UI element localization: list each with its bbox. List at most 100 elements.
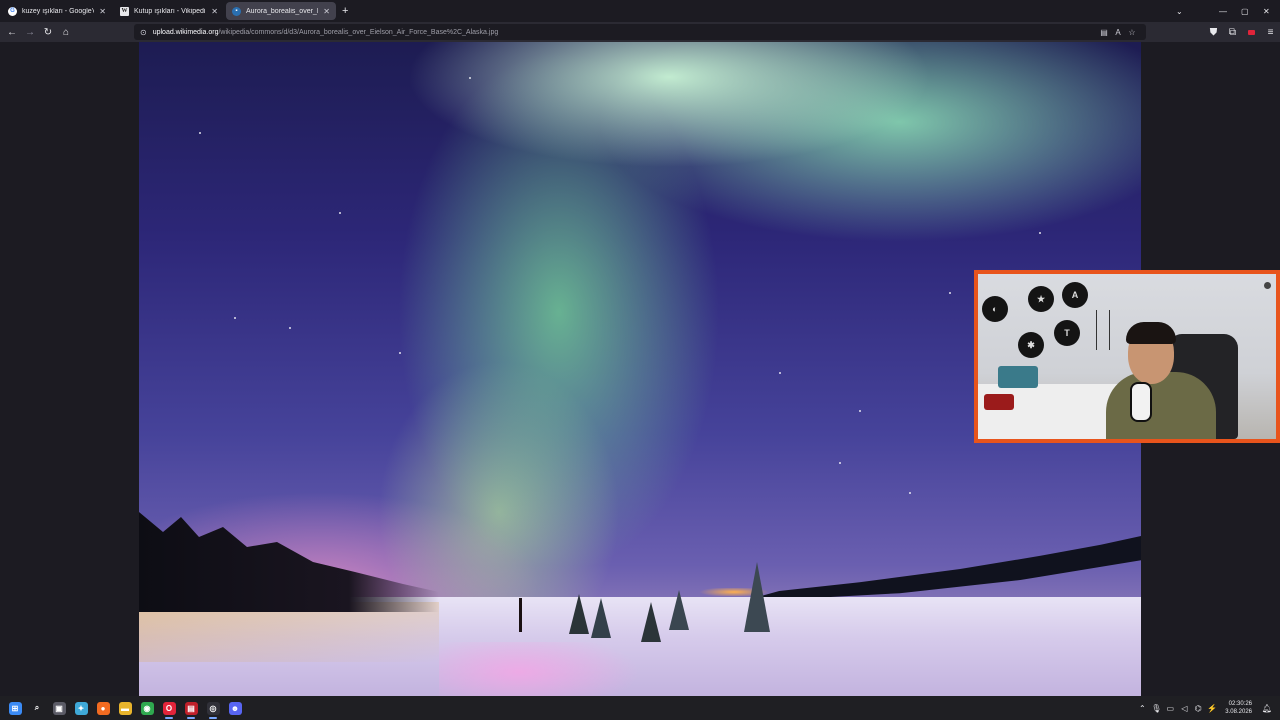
star	[949, 292, 951, 294]
home-icon[interactable]: ⌂	[57, 23, 75, 41]
tab-aurora-image[interactable]: ▪ Aurora_borealis_over_Eielson_A ✕	[226, 2, 336, 20]
star	[859, 410, 861, 412]
snow-tree	[641, 602, 661, 642]
volume-icon[interactable]: ◁	[1177, 704, 1191, 713]
star	[289, 327, 291, 329]
star	[1039, 232, 1041, 234]
discord-icon: ☻	[228, 701, 242, 715]
url-text[interactable]: upload.wikimedia.org/wikipedia/commons/d…	[153, 29, 499, 36]
translate-icon[interactable]: A	[1112, 24, 1124, 40]
opera-icon: O	[162, 701, 176, 715]
streamer-body	[1106, 372, 1216, 439]
wikipedia-icon: W	[120, 6, 129, 16]
star	[909, 492, 911, 494]
tab-strip: G kuzey ışıkları - Google'da Ara ✕ W Kut…	[0, 0, 1280, 22]
firefox-icon: ●	[96, 701, 110, 715]
toolbar-right: ⛊ ⧉ ≡	[1204, 22, 1280, 42]
url-host: upload.wikimedia.org	[152, 28, 219, 36]
clock[interactable]: 02:30:26 3.08.2026	[1225, 700, 1252, 716]
tray-overflow-icon[interactable]: ⌃	[1135, 704, 1149, 713]
star	[339, 212, 341, 214]
recording-indicator-icon[interactable]	[1242, 23, 1261, 41]
forest-right	[739, 536, 1141, 602]
task-view-icon: ▣	[52, 701, 66, 715]
tab-title: Aurora_borealis_over_Eielson_A	[246, 7, 318, 15]
tripod-icon	[1096, 310, 1110, 350]
address-bar[interactable]: ⊙ upload.wikimedia.org/wikipedia/commons…	[134, 24, 1146, 40]
forward-icon[interactable]: →	[21, 23, 39, 41]
extensions-icon[interactable]: ⧉	[1223, 23, 1242, 41]
menu-icon[interactable]: ≡	[1261, 23, 1280, 41]
iron-man-badge: ◐	[982, 296, 1008, 322]
system-tray: ⌃ 🎙︎ ▭ ◁ ⌬ ⚡ 02:30:26 3.08.2026 🔔︎	[1135, 696, 1280, 720]
star	[839, 462, 841, 464]
notifications-icon[interactable]: 🔔︎	[1260, 704, 1274, 713]
minimize-button[interactable]: —	[1219, 0, 1227, 22]
chrome-button[interactable]: ◉	[136, 697, 158, 719]
webcam-overlay: ◐ ★ A ✱ T	[974, 270, 1280, 443]
red-object	[984, 394, 1014, 410]
file-explorer-icon: ▬	[118, 701, 132, 715]
tab-wikipedia[interactable]: W Kutup ışıkları - Vikipedi ✕	[114, 2, 224, 20]
firefox-button[interactable]: ●	[92, 697, 114, 719]
task-view-button[interactable]: ▣	[48, 697, 70, 719]
tab-title: Kutup ışıkları - Vikipedi	[134, 7, 206, 15]
time-text: 02:30:26	[1228, 701, 1252, 707]
copilot-button[interactable]: ✦	[70, 697, 92, 719]
obs-icon: ◎	[206, 701, 220, 715]
obs-button[interactable]: ◎	[202, 697, 224, 719]
chrome-icon: ◉	[140, 701, 154, 715]
close-tab-icon[interactable]: ✕	[99, 7, 106, 16]
camera-dot	[1264, 282, 1271, 289]
file-explorer-button[interactable]: ▬	[114, 697, 136, 719]
bookmark-star-icon[interactable]: ☆	[1126, 24, 1138, 40]
reload-icon[interactable]: ↻	[39, 23, 57, 41]
taskbar-apps: ⊞ ⌕ ▣ ✦ ● ▬ ◉ O ▤ ◎ ☻	[4, 697, 246, 719]
display-icon[interactable]: ▭	[1163, 704, 1177, 713]
streamer-hair	[1126, 322, 1176, 344]
date-text: 3.08.2026	[1225, 709, 1252, 715]
discord-button[interactable]: ☻	[224, 697, 246, 719]
back-icon[interactable]: ←	[3, 23, 21, 41]
windows-start-icon: ⊞	[8, 701, 22, 715]
opera-button[interactable]: O	[158, 697, 180, 719]
network-icon[interactable]: ⌬	[1191, 704, 1205, 713]
power-icon[interactable]: ⚡	[1205, 704, 1219, 713]
site-info-icon[interactable]: ⊙	[140, 28, 147, 37]
captain-america-badge: ★	[1028, 286, 1054, 312]
star	[469, 77, 471, 79]
copilot-icon: ✦	[74, 701, 88, 715]
forest-left	[139, 512, 439, 612]
streaming-app-icon: ▤	[184, 701, 198, 715]
windows-start-button[interactable]: ⊞	[4, 697, 26, 719]
star	[779, 372, 781, 374]
navigation-toolbar: ← → ↻ ⌂ ⊙ upload.wikimedia.org/wikipedia…	[0, 22, 1280, 42]
star	[234, 317, 236, 319]
reader-view-icon[interactable]: ▤	[1098, 24, 1110, 40]
thor-badge: T	[1054, 320, 1080, 346]
desk-items	[998, 366, 1038, 388]
snow-tree	[591, 598, 611, 638]
snow-tree	[669, 590, 689, 630]
snow-tree	[744, 562, 770, 632]
webcam-feed: ◐ ★ A ✱ T	[978, 274, 1276, 439]
streaming-app-button[interactable]: ▤	[180, 697, 202, 719]
tab-google-search[interactable]: G kuzey ışıkları - Google'da Ara ✕	[2, 2, 112, 20]
microphone-icon[interactable]: 🎙︎	[1149, 704, 1163, 713]
maximize-button[interactable]: ▢	[1241, 0, 1249, 22]
close-tab-icon[interactable]: ✕	[211, 7, 218, 16]
ublock-icon[interactable]: ⛊	[1204, 23, 1223, 41]
search-button[interactable]: ⌕	[26, 697, 48, 719]
snow-tree	[569, 594, 589, 634]
image-icon: ▪	[232, 6, 241, 16]
close-tab-icon[interactable]: ✕	[323, 7, 330, 16]
list-all-tabs-button[interactable]: ⌄	[1176, 0, 1183, 22]
close-window-button[interactable]: ✕	[1263, 0, 1270, 22]
tab-title: kuzey ışıkları - Google'da Ara	[22, 7, 94, 15]
microphone	[1130, 382, 1152, 422]
windows-taskbar: ⊞ ⌕ ▣ ✦ ● ▬ ◉ O ▤ ◎ ☻ ⌃ 🎙︎ ▭ ◁ ⌬ ⚡ 02:30:26 3.08.2…	[0, 696, 1280, 720]
new-tab-button[interactable]: +	[342, 5, 348, 17]
post	[519, 598, 522, 632]
google-icon: G	[8, 6, 17, 16]
snow-pink-glow	[439, 642, 669, 696]
